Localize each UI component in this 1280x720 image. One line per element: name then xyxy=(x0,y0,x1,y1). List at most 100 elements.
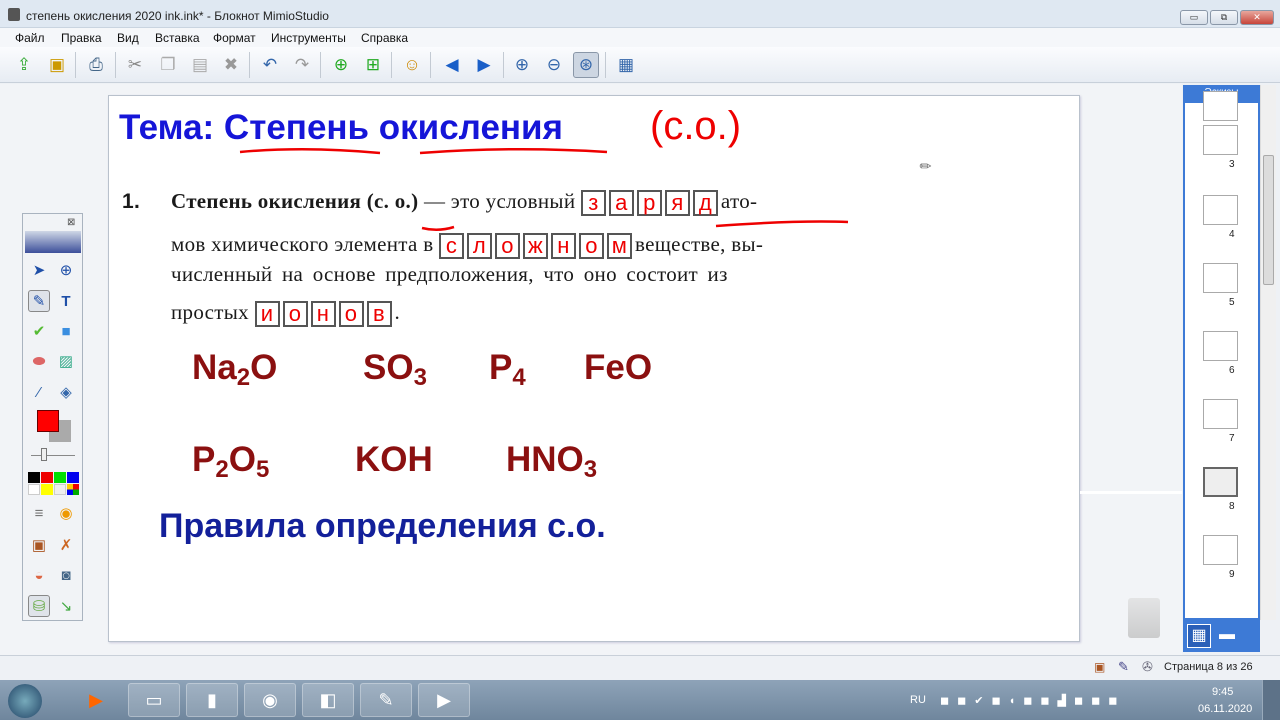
page-thumbnail[interactable] xyxy=(1203,263,1238,293)
reveal-icon[interactable]: ◒ xyxy=(28,564,50,586)
window-title: степень окисления 2020 ink.ink* - Блокно… xyxy=(26,9,329,23)
page-thumbnail[interactable] xyxy=(1203,535,1238,565)
page-thumbnail[interactable] xyxy=(1203,91,1238,121)
clock-time[interactable]: 9:45 xyxy=(1212,686,1233,698)
scrollbar-thumb[interactable] xyxy=(1263,155,1274,285)
rules-heading: Правила определения с.о. xyxy=(159,507,606,545)
highlighter-icon[interactable]: ✔ xyxy=(28,320,50,342)
clock-date[interactable]: 06.11.2020 xyxy=(1198,703,1252,715)
thickness-slider[interactable] xyxy=(31,455,75,456)
color-blue[interactable] xyxy=(67,472,79,483)
color-more[interactable] xyxy=(67,484,79,495)
zoom-app-icon[interactable]: ▶ xyxy=(418,683,470,717)
previous-page-icon[interactable]: ◀ xyxy=(439,52,465,78)
page-thumbnail[interactable] xyxy=(1203,467,1238,497)
image-icon[interactable]: ▨ xyxy=(55,350,77,372)
redo-icon[interactable]: ↷ xyxy=(289,52,315,78)
capture-icon[interactable]: ↘ xyxy=(55,595,77,617)
tools-palette: ⊠ ➤ ⊕ ✎ T ✔ ■ ⬬ ▨ ⁄ ◈ ≡ ◉ ▣ ✗ ◒ ◙ ⛁ ↘ xyxy=(22,213,83,621)
color-red[interactable] xyxy=(41,472,53,483)
minimize-button[interactable]: ▭ xyxy=(1180,10,1208,25)
duplicate-page-icon[interactable]: ⊞ xyxy=(360,52,386,78)
line-ends-icon[interactable]: ◉ xyxy=(55,502,77,524)
menu-insert[interactable]: Вставка xyxy=(155,31,200,45)
answer-letter-box: м xyxy=(607,233,632,260)
wrench-icon[interactable]: ✇ xyxy=(1142,659,1153,675)
zoom-tool-icon[interactable]: ⊕ xyxy=(55,259,77,281)
pen-status-icon[interactable]: ✎ xyxy=(1118,659,1129,675)
slider-handle[interactable] xyxy=(41,448,47,461)
answer-letter-box: и xyxy=(254,301,280,328)
menu-help[interactable]: Справка xyxy=(361,31,408,45)
color-black[interactable] xyxy=(28,472,40,483)
zoom-fit-icon[interactable]: ⊛ xyxy=(573,52,599,78)
tools-icon[interactable]: ✗ xyxy=(55,534,77,556)
trash-icon[interactable] xyxy=(1128,598,1160,638)
eyedropper-icon[interactable]: ⁄ xyxy=(28,381,50,403)
answer-letter-box: я xyxy=(664,190,690,217)
definition-line-3: численный на основе предположения, что о… xyxy=(171,262,728,286)
powerpoint-icon[interactable]: ◧ xyxy=(302,683,354,717)
close-palette-icon[interactable]: ⊠ xyxy=(67,217,75,228)
new-page-icon[interactable]: ⊕ xyxy=(328,52,354,78)
answer-letter-box: а xyxy=(608,190,634,217)
page-thumbnail[interactable] xyxy=(1203,125,1238,155)
eraser-icon[interactable]: ⬬ xyxy=(28,350,50,372)
page-thumbnail[interactable] xyxy=(1203,399,1238,429)
restore-button[interactable]: ⧉ xyxy=(1210,10,1238,25)
line-style-icon[interactable]: ≡ xyxy=(28,502,50,524)
color-white[interactable] xyxy=(28,484,40,495)
menu-format[interactable]: Формат xyxy=(213,31,256,45)
menu-edit[interactable]: Правка xyxy=(61,31,102,45)
fill-icon[interactable]: ◈ xyxy=(55,381,77,403)
color-green[interactable] xyxy=(54,472,66,483)
copy-icon[interactable]: ❐ xyxy=(155,52,181,78)
color-yellow[interactable] xyxy=(41,484,53,495)
cut-icon[interactable]: ✂ xyxy=(122,52,148,78)
select-icon[interactable]: ➤ xyxy=(28,259,50,281)
open-icon[interactable]: ⇪ xyxy=(11,52,37,78)
present-icon[interactable]: ▦ xyxy=(613,52,639,78)
save-icon[interactable]: ▣ xyxy=(44,52,70,78)
mimio-icon[interactable]: ▮ xyxy=(186,683,238,717)
spotlight-icon[interactable]: ◙ xyxy=(55,564,77,586)
gallery-status-icon[interactable]: ▣ xyxy=(1094,660,1105,674)
tray-icons[interactable]: ◼◼✔◼◖◼◼▟◼◼◼ xyxy=(940,694,1125,707)
print-icon[interactable]: ⎙ xyxy=(83,52,109,78)
close-button[interactable]: ✕ xyxy=(1240,10,1274,25)
answer-letter-box: н xyxy=(551,233,576,260)
page-thumbnail[interactable] xyxy=(1203,331,1238,361)
menu-tools[interactable]: Инструменты xyxy=(271,31,346,45)
color-none[interactable] xyxy=(54,484,66,495)
zoom-out-icon[interactable]: ⊖ xyxy=(541,52,567,78)
line-color-swatch[interactable] xyxy=(37,410,59,432)
start-button[interactable] xyxy=(8,684,42,718)
delete-icon[interactable]: ✖ xyxy=(218,52,244,78)
menu-view[interactable]: Вид xyxy=(117,31,139,45)
collaborate-icon[interactable]: ☺ xyxy=(399,52,425,78)
pen-icon[interactable]: ✎ xyxy=(28,290,50,312)
vertical-scrollbar[interactable] xyxy=(1260,85,1276,620)
folder-view-icon[interactable]: ▬ xyxy=(1219,626,1235,644)
page-thumbnail[interactable] xyxy=(1203,195,1238,225)
next-page-icon[interactable]: ▶ xyxy=(471,52,497,78)
explorer-icon[interactable]: ▭ xyxy=(128,683,180,717)
gallery-icon[interactable]: ▣ xyxy=(28,534,50,556)
answer-letter-box: з xyxy=(580,190,606,217)
media-player-icon[interactable]: ▶ xyxy=(70,683,122,717)
text-icon[interactable]: T xyxy=(55,290,77,312)
thumbnail-number: 8 xyxy=(1229,501,1235,512)
answer-letter-box: о xyxy=(282,301,308,328)
ink-annotation-so: (с.о.) xyxy=(650,104,742,148)
thumbnails-view-icon[interactable]: ▦ xyxy=(1187,624,1211,648)
menu-file[interactable]: Файл xyxy=(15,31,45,45)
stamp-icon[interactable]: ⛁ xyxy=(28,595,50,617)
show-desktop-button[interactable] xyxy=(1262,680,1280,720)
zoom-in-icon[interactable]: ⊕ xyxy=(509,52,535,78)
notebook-icon[interactable]: ✎ xyxy=(360,683,412,717)
shape-icon[interactable]: ■ xyxy=(55,320,77,342)
chrome-icon[interactable]: ◉ xyxy=(244,683,296,717)
language-indicator[interactable]: RU xyxy=(910,694,926,706)
undo-icon[interactable]: ↶ xyxy=(257,52,283,78)
paste-icon[interactable]: ▤ xyxy=(187,52,213,78)
